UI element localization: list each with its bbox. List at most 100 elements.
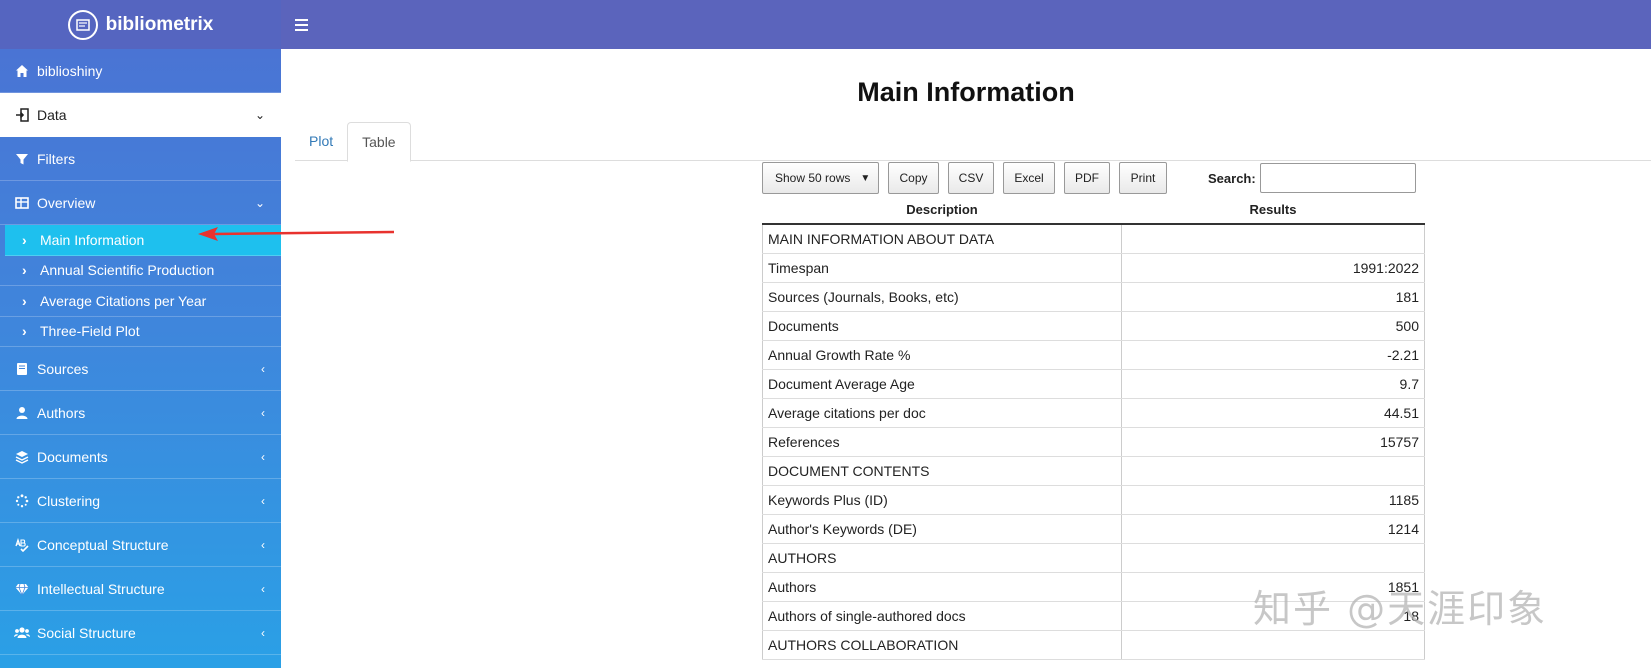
users-icon [14,625,30,641]
sidebar-subitem-average-citations[interactable]: › Average Citations per Year [0,286,281,317]
table-header-row: Description Results [762,195,1425,225]
sidebar-item-biblioshiny[interactable]: biblioshiny [0,49,281,93]
sidebar-item-clustering[interactable]: Clustering ‹ [0,479,281,523]
cell-description: Authors [762,572,1122,602]
sidebar-item-intellectual-structure[interactable]: Intellectual Structure ‹ [0,567,281,611]
sidebar-toggle-icon[interactable] [295,14,317,36]
filter-icon [14,151,30,167]
cell-description: MAIN INFORMATION ABOUT DATA [762,224,1122,254]
chevron-down-icon: ⌄ [254,195,265,210]
chevron-down-icon: ⌄ [254,107,265,122]
column-header-description[interactable]: Description [762,195,1122,225]
sidebar-item-label: biblioshiny [37,62,103,79]
sidebar-item-sources[interactable]: Sources ‹ [0,347,281,391]
gem-icon [14,581,30,597]
chevron-left-icon: ‹ [261,405,265,420]
user-icon [14,405,30,421]
cell-result: 500 [1121,311,1425,341]
cell-result: 1214 [1121,514,1425,544]
sidebar-item-label: Overview [37,194,96,211]
pdf-button[interactable]: PDF [1064,162,1110,194]
sidebar-subitem-annual-scientific-production[interactable]: › Annual Scientific Production [0,256,281,286]
print-button[interactable]: Print [1119,162,1167,194]
page-length-select[interactable]: Show 50 rows ▼ [762,162,879,194]
tab-plot[interactable]: Plot [295,122,347,161]
chevron-right-icon: › [22,292,27,309]
cell-description: Document Average Age [762,369,1122,399]
table-icon [14,195,30,211]
cell-description: References [762,427,1122,457]
cell-description: AUTHORS COLLABORATION [762,630,1122,660]
sidebar-item-overview[interactable]: Overview ⌄ [0,181,281,225]
table-row: DOCUMENT CONTENTS [762,456,1425,486]
sidebar-item-label: Conceptual Structure [37,536,169,553]
sidebar-item-social-structure[interactable]: Social Structure ‹ [0,611,281,655]
top-bar: bibliometrix [0,0,1651,49]
table-row: Sources (Journals, Books, etc) 181 [762,282,1425,312]
table-row: Document Average Age 9.7 [762,369,1425,399]
sidebar-item-label: Sources [37,360,89,377]
main-content: Main Information Plot Table Show 50 rows… [281,49,1651,668]
sidebar-subitem-label: Main Information [40,231,145,248]
cell-description: Timespan [762,253,1122,283]
cell-result: 1991:2022 [1121,253,1425,283]
chevron-right-icon: › [22,323,27,340]
table-row: Timespan 1991:2022 [762,253,1425,283]
cell-description: DOCUMENT CONTENTS [762,456,1122,486]
chevron-right-icon: › [22,262,27,279]
chevron-left-icon: ‹ [261,449,265,464]
search-input[interactable] [1259,163,1416,193]
cell-result [1121,630,1425,660]
watermark: 知乎 @天涯印象 [1253,587,1548,631]
cell-result: -2.21 [1121,340,1425,370]
table-row: AUTHORS [762,543,1425,573]
cell-description: Average citations per doc [762,398,1122,428]
sidebar-item-authors[interactable]: Authors ‹ [0,391,281,435]
tab-table[interactable]: Table [347,122,411,162]
brand[interactable]: bibliometrix [0,0,281,49]
sidebar-item-label: Filters [37,150,76,167]
sidebar-item-data[interactable]: Data ⌄ [0,93,281,137]
cell-description: AUTHORS [762,543,1122,573]
chevron-left-icon: ‹ [261,361,265,376]
csv-button[interactable]: CSV [948,162,994,194]
cell-result: 181 [1121,282,1425,312]
sidebar-subitem-three-field-plot[interactable]: › Three-Field Plot [0,317,281,347]
caret-down-icon: ▼ [860,172,871,184]
page-title: Main Information [857,77,1075,107]
chevron-left-icon: ‹ [261,537,265,552]
sidebar-item-documents[interactable]: Documents ‹ [0,435,281,479]
cell-description: Authors of single-authored docs [762,601,1122,631]
home-icon [14,63,30,79]
table-row: Documents 500 [762,311,1425,341]
sidebar-item-label: Clustering [37,492,101,509]
sidebar-item-label: Intellectual Structure [37,580,165,597]
chevron-left-icon: ‹ [261,581,265,596]
table-row: Annual Growth Rate % -2.21 [762,340,1425,370]
table-row: AUTHORS COLLABORATION [762,630,1425,660]
cell-description: Keywords Plus (ID) [762,485,1122,515]
sidebar-item-conceptual-structure[interactable]: Conceptual Structure ‹ [0,523,281,567]
table-row: References 15757 [762,427,1425,457]
column-header-results[interactable]: Results [1121,195,1425,225]
cell-result: 9.7 [1121,369,1425,399]
copy-button[interactable]: Copy [888,162,939,194]
sidebar-subitem-label: Annual Scientific Production [40,262,215,279]
tab-bar: Plot Table [295,122,1651,162]
sidebar-subitem-label: Three-Field Plot [40,323,140,340]
spinner-icon [14,493,30,509]
book-icon [14,361,30,377]
cell-result: 1185 [1121,485,1425,515]
table-row: Author's Keywords (DE) 1214 [762,514,1425,544]
cell-result [1121,456,1425,486]
table-row: MAIN INFORMATION ABOUT DATA [762,224,1425,254]
excel-button[interactable]: Excel [1003,162,1055,194]
table-row: Average citations per doc 44.51 [762,398,1425,428]
table-toolbar: Show 50 rows ▼ Copy CSV Excel PDF Print … [762,162,1425,194]
cell-description: Annual Growth Rate % [762,340,1122,370]
sidebar-item-filters[interactable]: Filters [0,137,281,181]
chevron-left-icon: ‹ [261,625,265,640]
layers-icon [14,449,30,465]
sidebar-subitem-label: Average Citations per Year [40,292,207,309]
table-row: Keywords Plus (ID) 1185 [762,485,1425,515]
